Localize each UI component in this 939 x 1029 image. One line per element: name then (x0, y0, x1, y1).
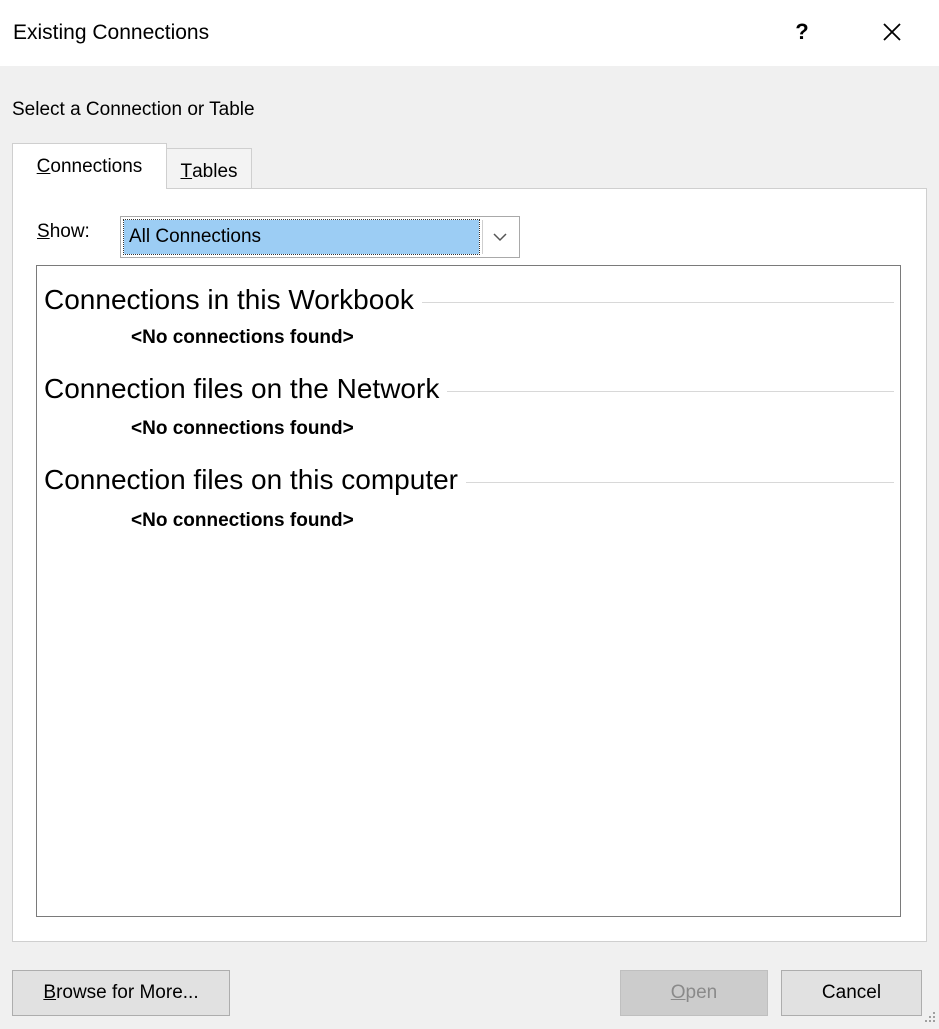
dialog-subtitle: Select a Connection or Table (12, 99, 255, 120)
chevron-down-icon (493, 233, 507, 242)
show-dropdown-value[interactable]: All Connections (123, 219, 480, 255)
close-icon (883, 23, 901, 41)
dropdown-arrow-button[interactable] (482, 220, 517, 254)
empty-message: <No connections found> (131, 418, 354, 439)
title-bar: Existing Connections ? (0, 0, 939, 66)
open-button[interactable]: Open (620, 970, 768, 1016)
show-label-accesskey: S (37, 221, 50, 242)
browse-for-more-button[interactable]: Browse for More... (12, 970, 230, 1016)
tab-tables-accesskey: T (180, 161, 193, 182)
tab-connections-accesskey: C (36, 155, 51, 177)
connections-list[interactable]: Connections in this Workbook <No connect… (36, 265, 901, 917)
browse-label: rowse for More... (56, 982, 199, 1003)
tab-connections[interactable]: Connections (12, 143, 167, 189)
group-divider (421, 301, 894, 303)
group-divider (466, 481, 894, 483)
cancel-button[interactable]: Cancel (781, 970, 922, 1016)
tab-connections-label: onnections (50, 155, 143, 177)
group-header-network: Connection files on the Network (44, 371, 894, 407)
show-dropdown[interactable]: All Connections (120, 216, 520, 258)
resize-grip-icon[interactable] (922, 1010, 936, 1024)
help-button[interactable]: ? (782, 12, 822, 52)
group-title: Connection files on this computer (44, 464, 458, 495)
show-label: Show: (37, 220, 90, 244)
tab-tables-label: ables (192, 161, 238, 182)
empty-message: <No connections found> (131, 327, 354, 348)
group-header-computer: Connection files on this computer (44, 462, 894, 498)
group-divider (447, 390, 894, 392)
group-title: Connections in this Workbook (44, 284, 414, 315)
group-title: Connection files on the Network (44, 373, 440, 404)
tab-tables[interactable]: Tables (166, 148, 252, 189)
close-button[interactable] (868, 12, 916, 52)
open-label: pen (685, 982, 718, 1003)
browse-accesskey: B (43, 982, 57, 1003)
group-header-workbook: Connections in this Workbook (44, 282, 894, 318)
dialog-title: Existing Connections (13, 21, 210, 44)
open-accesskey: O (670, 982, 686, 1003)
show-label-text: how: (49, 221, 90, 242)
empty-message: <No connections found> (131, 510, 354, 531)
